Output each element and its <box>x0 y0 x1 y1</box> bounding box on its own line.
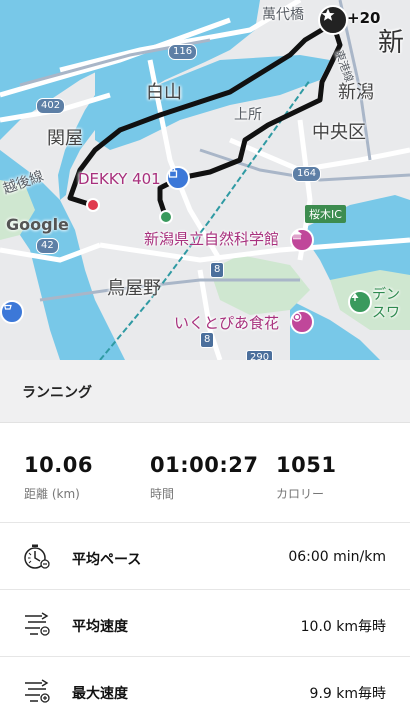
route-shield: 164 <box>292 166 322 182</box>
detail-list: 平均ペース 06:00 min/km 平均速度 10.0 km毎時 最大速度 9… <box>0 522 410 723</box>
route-shield: 8 <box>210 262 225 278</box>
row-average-speed-value: 10.0 km毎時 <box>300 619 386 635</box>
park-icon[interactable] <box>348 290 372 314</box>
route-shield: 290 <box>246 350 274 360</box>
row-average-pace-label: 平均ペース <box>72 552 142 568</box>
star-badge-icon[interactable] <box>318 5 348 35</box>
map-label-bandai-bridge: 萬代橋 <box>262 7 304 23</box>
stat-distance-label: 距離 (km) <box>24 487 80 501</box>
stat-duration-label: 時間 <box>150 487 175 501</box>
map-label-itokopia[interactable]: いくとぴあ食花 <box>174 312 279 333</box>
map-label-dekky[interactable]: DEKKY 401 <box>78 170 161 188</box>
row-average-pace: 平均ペース 06:00 min/km <box>0 522 410 589</box>
stat-duration-value: 01:00:27 <box>150 453 259 477</box>
row-average-speed-label: 平均速度 <box>72 619 128 635</box>
map-label-shin: 新 <box>378 28 405 58</box>
stat-calories: 1051 カロリー <box>276 453 336 502</box>
map-label-chuo-ku: 中央区 <box>312 122 366 143</box>
map-label-museum[interactable]: 新潟県立自然科学館 <box>144 228 279 249</box>
route-shield: 8 <box>200 332 215 348</box>
route-shield: 402 <box>36 98 66 114</box>
map-label-sakuragi-ic: 桜木IC <box>305 205 346 223</box>
shopping-cart-icon[interactable] <box>0 300 24 324</box>
speed-max-icon <box>22 677 52 705</box>
flower-icon[interactable] <box>290 310 314 334</box>
activity-header: ランニング <box>0 360 410 423</box>
row-average-speed: 平均速度 10.0 km毎時 <box>0 589 410 656</box>
stopwatch-icon <box>22 543 52 571</box>
route-map[interactable]: 萬代橋 新 白山 関屋 上所 中央区 新潟 越後線 東港線 DEKKY 401 … <box>0 0 410 360</box>
stat-distance-value: 10.06 <box>24 453 93 477</box>
row-max-speed-label: 最大速度 <box>72 686 128 702</box>
map-label-toriyano: 鳥屋野 <box>107 278 161 299</box>
shopping-bag-icon[interactable] <box>166 166 190 190</box>
google-logo: Google <box>6 215 69 234</box>
route-shield: 116 <box>168 44 198 60</box>
speed-average-icon <box>22 610 52 638</box>
stat-duration: 01:00:27 時間 <box>150 453 258 502</box>
activity-title: ランニング <box>22 385 92 401</box>
stat-distance: 10.06 距離 (km) <box>24 453 93 502</box>
row-average-pace-value: 06:00 min/km <box>288 549 386 565</box>
stat-calories-value: 1051 <box>276 453 337 477</box>
route-shield: 42 <box>36 238 59 254</box>
summary-stats: 10.06 距離 (km) 01:00:27 時間 1051 カロリー <box>0 423 410 523</box>
map-label-denka[interactable]: デン スワ <box>372 286 400 322</box>
map-label-kamitokoro: 上所 <box>234 107 262 123</box>
map-label-sekiya: 関屋 <box>47 128 83 149</box>
row-max-speed-value: 9.9 km毎時 <box>309 686 386 702</box>
stat-calories-label: カロリー <box>276 487 325 501</box>
star-count: +20 <box>347 9 381 27</box>
map-label-hakusan: 白山 <box>146 82 182 103</box>
museum-icon[interactable] <box>290 228 314 252</box>
row-max-speed: 最大速度 9.9 km毎時 <box>0 656 410 723</box>
